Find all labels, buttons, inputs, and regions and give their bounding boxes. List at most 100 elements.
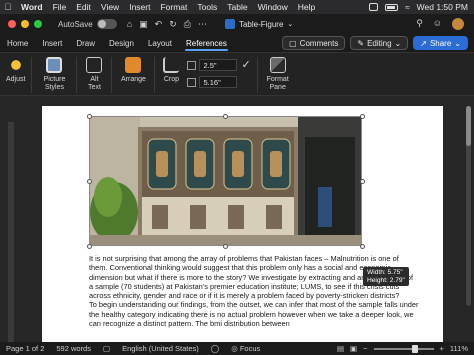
resize-handle-top-middle[interactable] xyxy=(223,114,228,119)
ribbon-divider xyxy=(154,57,156,93)
redo-icon[interactable]: ↻ xyxy=(169,19,177,30)
word-count[interactable]: 592 words xyxy=(50,344,97,353)
zoom-out-icon[interactable]: − xyxy=(363,344,367,353)
width-control: 5.16" xyxy=(187,76,238,88)
search-icon[interactable]: ⚲ xyxy=(416,18,423,30)
tab-draw[interactable]: Draw xyxy=(69,34,102,52)
menu-tools[interactable]: Tools xyxy=(192,2,222,12)
vertical-scrollbar[interactable] xyxy=(466,106,471,306)
quick-access-toolbar: ⌂ ▣ ↶ ↻ ⎙ ⋯ xyxy=(127,19,207,30)
minimize-window-button[interactable] xyxy=(21,20,29,28)
tooltip-width: Width: 5.75" xyxy=(367,269,403,276)
height-field[interactable]: 2.5" xyxy=(199,59,238,71)
resize-size-tooltip: Width: 5.75" Height: 2.79" xyxy=(363,267,409,287)
menu-format[interactable]: Format xyxy=(155,2,192,12)
print-icon[interactable]: ⎙ xyxy=(184,19,191,30)
ribbon-divider xyxy=(111,57,113,93)
menu-file[interactable]: File xyxy=(48,2,72,12)
status-bar: Page 1 of 2 592 words ▢ English (United … xyxy=(0,342,474,355)
autosave-control[interactable]: AutoSave xyxy=(58,19,117,29)
format-pane-icon xyxy=(269,57,286,73)
emoji-icon[interactable]: ☺ xyxy=(433,18,442,30)
menu-edit[interactable]: Edit xyxy=(71,2,96,12)
ribbon-picture-format: Adjust Picture Styles Alt Text Arrange C… xyxy=(0,52,474,96)
print-layout-icon[interactable]: ▤ xyxy=(337,344,344,353)
crop-icon xyxy=(163,57,180,73)
arrange-label: Arrange xyxy=(121,76,146,83)
arrange-button[interactable]: Arrange xyxy=(118,53,148,84)
autosave-toggle[interactable] xyxy=(96,19,117,29)
menu-insert[interactable]: Insert xyxy=(124,2,155,12)
status-bar-right: ▤ ▣ − + 111% xyxy=(337,344,474,353)
crop-button[interactable]: Crop xyxy=(161,53,181,84)
close-window-button[interactable] xyxy=(8,20,16,28)
scrollbar-thumb[interactable] xyxy=(466,106,471,146)
format-pane-label: Format Pane xyxy=(266,76,289,91)
battery-icon[interactable] xyxy=(385,3,399,11)
document-title-text: Table-Figure xyxy=(238,19,284,29)
tab-references[interactable]: References xyxy=(179,34,234,52)
resize-handle-top-left[interactable] xyxy=(87,114,92,119)
editing-mode-button[interactable]: ✎ Editing ⌄ xyxy=(350,36,409,50)
alt-text-icon xyxy=(86,57,103,73)
resize-handle-bottom-middle[interactable] xyxy=(223,244,228,249)
width-field[interactable]: 5.16" xyxy=(199,76,238,88)
avatar[interactable] xyxy=(452,18,464,30)
window-controls xyxy=(0,20,42,28)
chevron-down-icon: ⌄ xyxy=(454,38,461,48)
picture-styles-button[interactable]: Picture Styles xyxy=(38,53,70,92)
more-icon[interactable]: ⋯ xyxy=(198,19,207,30)
autosave-label: AutoSave xyxy=(58,19,93,29)
document-page[interactable]: It is not surprising that among the arra… xyxy=(42,106,443,342)
comment-icon: ▢ xyxy=(289,38,297,48)
zoom-level[interactable]: 111% xyxy=(450,344,468,353)
wifi-icon[interactable]: ≈ xyxy=(405,3,409,12)
resize-handle-bottom-left[interactable] xyxy=(87,244,92,249)
language-status[interactable]: English (United States) xyxy=(116,344,205,353)
tab-insert[interactable]: Insert xyxy=(35,34,69,52)
menu-window[interactable]: Window xyxy=(253,2,293,12)
tab-home[interactable]: Home xyxy=(0,34,35,52)
focus-button[interactable]: ◎ Focus xyxy=(225,344,266,353)
accessibility-icon[interactable]: ◯ xyxy=(205,344,225,353)
zoom-window-button[interactable] xyxy=(34,20,42,28)
ribbon-divider xyxy=(76,57,78,93)
comments-button[interactable]: ▢ Comments xyxy=(282,36,346,50)
menu-view[interactable]: View xyxy=(96,2,124,12)
editing-label: Editing xyxy=(367,38,392,48)
save-icon[interactable]: ▣ xyxy=(139,19,148,30)
tab-layout[interactable]: Layout xyxy=(141,34,179,52)
web-layout-icon[interactable]: ▣ xyxy=(350,344,357,353)
resize-handle-middle-right[interactable] xyxy=(360,179,365,184)
share-label: Share xyxy=(429,38,452,48)
menu-app-word[interactable]: Word xyxy=(16,2,48,12)
menu-table[interactable]: Table xyxy=(222,2,252,12)
page-count[interactable]: Page 1 of 2 xyxy=(0,344,50,353)
menubar-clock[interactable]: Wed 1:50 PM xyxy=(417,2,468,12)
apple-menu-icon[interactable]:  xyxy=(0,2,16,12)
comments-label: Comments xyxy=(299,38,339,48)
document-body-text[interactable]: It is not surprising that among the arra… xyxy=(89,254,419,328)
proofing-icon[interactable]: ▢ xyxy=(97,344,116,353)
resize-handle-middle-left[interactable] xyxy=(87,179,92,184)
lock-aspect-button[interactable]: ✓ xyxy=(241,53,250,71)
height-control: 2.5" xyxy=(187,59,238,71)
home-icon[interactable]: ⌂ xyxy=(127,19,132,30)
paragraph[interactable]: To begin understanding our findings, fro… xyxy=(89,300,419,328)
screen-mirroring-icon[interactable] xyxy=(369,3,379,11)
alt-text-button[interactable]: Alt Text xyxy=(83,53,105,92)
format-pane-button[interactable]: Format Pane xyxy=(264,53,292,92)
menu-help[interactable]: Help xyxy=(293,2,320,12)
resize-handle-bottom-right[interactable] xyxy=(360,244,365,249)
zoom-slider[interactable] xyxy=(373,344,434,353)
share-button[interactable]: ↗ Share ⌄ xyxy=(413,36,468,50)
vertical-ruler xyxy=(8,122,14,342)
zoom-in-icon[interactable]: + xyxy=(440,344,444,353)
crop-label: Crop xyxy=(163,76,180,83)
adjust-button[interactable]: Adjust xyxy=(6,53,25,84)
undo-icon[interactable]: ↶ xyxy=(155,19,163,30)
resize-handle-top-right[interactable] xyxy=(360,114,365,119)
selected-picture[interactable] xyxy=(89,116,362,246)
tab-design[interactable]: Design xyxy=(102,34,141,52)
document-title[interactable]: Table-Figure ⌄ xyxy=(224,19,293,29)
